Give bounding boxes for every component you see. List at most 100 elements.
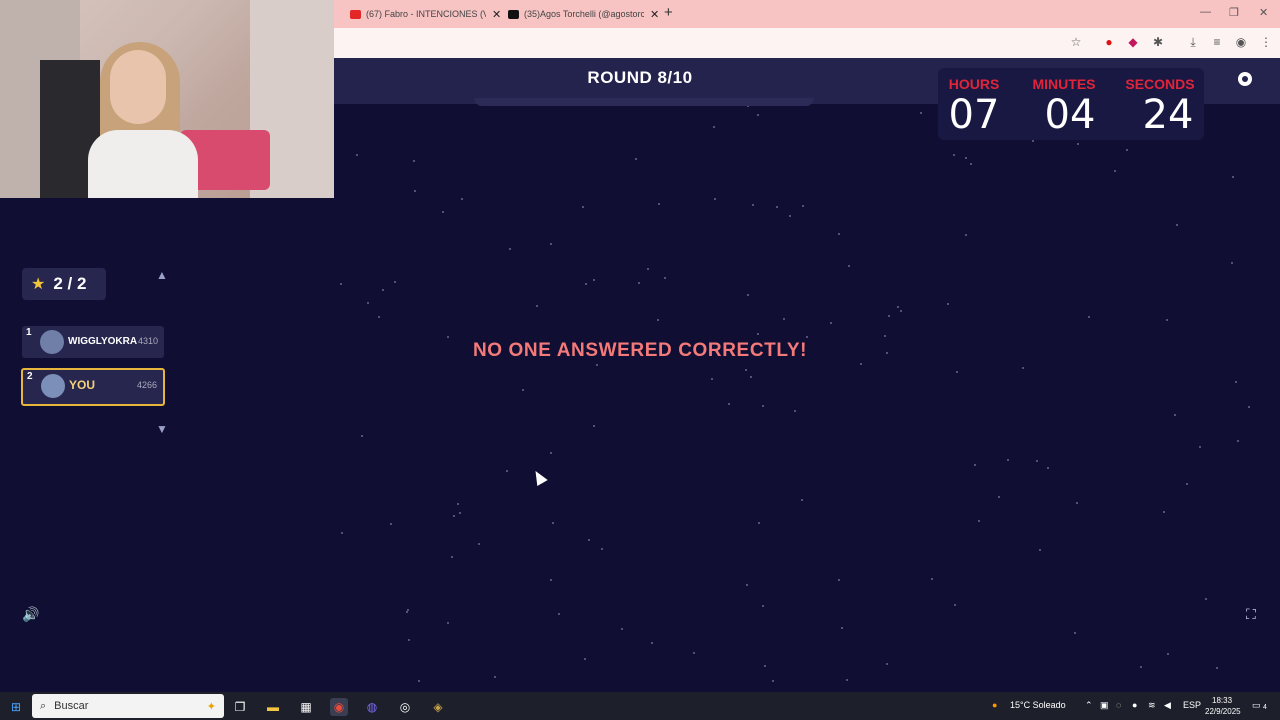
star-dot	[713, 126, 715, 128]
search-icon: ⌕	[40, 699, 47, 712]
leaderboard-row-you: 2 YOU 4266	[21, 368, 165, 406]
star-dot	[801, 499, 803, 501]
star-dot	[900, 310, 902, 312]
star-dot	[453, 515, 455, 517]
star-dot	[394, 281, 396, 283]
notifications-icon[interactable]: ▭	[1252, 700, 1261, 711]
star-dot	[886, 663, 888, 665]
volume-icon[interactable]: 🔊	[22, 606, 39, 623]
star-dot	[776, 206, 778, 208]
star-dot	[728, 403, 730, 405]
browser-tab-tiktok[interactable]: (35)Agos Torchelli (@agostorch ✕	[508, 4, 659, 24]
star-dot	[747, 294, 749, 296]
file-explorer-icon[interactable]: ▬	[264, 698, 282, 716]
bookmark-star-icon[interactable]: ☆	[1068, 34, 1084, 50]
star-dot	[408, 639, 410, 641]
star-dot	[802, 205, 804, 207]
star-dot	[714, 198, 716, 200]
close-game-button[interactable]	[1238, 72, 1252, 86]
star-dot	[1032, 140, 1034, 142]
extension-red-icon[interactable]: ●	[1101, 34, 1117, 50]
browser-menu-icon[interactable]: ⋮	[1258, 34, 1274, 50]
microphone-icon[interactable]: ●	[1132, 700, 1137, 710]
tiktok-icon	[508, 9, 519, 19]
star-dot	[390, 523, 392, 525]
weather-text[interactable]: 15°C Soleado	[1010, 700, 1066, 710]
extension-shield-icon[interactable]: ◆	[1125, 34, 1141, 50]
webcam-person-face	[110, 50, 166, 124]
star-dot	[1176, 224, 1178, 226]
tray-chevron-icon[interactable]: ⌃	[1085, 700, 1093, 711]
star-dot	[651, 642, 653, 644]
scroll-up-icon[interactable]: ▲	[156, 268, 168, 282]
close-tab-icon[interactable]: ✕	[650, 8, 659, 21]
close-window-icon[interactable]: ✕	[1259, 6, 1268, 19]
star-dot	[361, 435, 363, 437]
tray-app-icon[interactable]: ▣	[1100, 700, 1109, 711]
star-dot	[356, 154, 358, 156]
star-dot	[341, 532, 343, 534]
new-tab-button[interactable]: +	[664, 4, 673, 21]
star-dot	[658, 203, 660, 205]
fullscreen-icon[interactable]: ⛶	[1246, 606, 1256, 623]
star-dot	[1022, 367, 1024, 369]
star-dot	[762, 405, 764, 407]
task-view-icon[interactable]: ❐	[231, 698, 249, 716]
star-dot	[447, 622, 449, 624]
star-dot	[1047, 467, 1049, 469]
tray-network-icon[interactable]: ◌	[1116, 700, 1121, 710]
star-dot	[954, 604, 956, 606]
hours-value: 07	[948, 92, 1000, 138]
star-dot	[956, 371, 958, 373]
stars-count: 2 / 2	[53, 274, 87, 293]
star-dot	[414, 190, 416, 192]
star-dot	[1088, 316, 1090, 318]
star-dot	[1167, 653, 1169, 655]
game-area	[334, 58, 1280, 692]
speaker-icon[interactable]: ◀	[1164, 700, 1171, 711]
star-dot	[1007, 459, 1009, 461]
minimize-icon[interactable]: —	[1200, 6, 1211, 18]
star-dot	[764, 665, 766, 667]
star-dot	[953, 154, 955, 156]
browser-tab-youtube[interactable]: (67) Fabro - INTENCIONES (Vid ✕	[350, 4, 501, 24]
chrome-icon[interactable]: ◉	[330, 698, 348, 716]
star-dot	[550, 452, 552, 454]
discord-icon[interactable]: ◍	[363, 698, 381, 716]
star-dot	[1199, 446, 1201, 448]
game-app-icon[interactable]: ◈	[429, 698, 447, 716]
copilot-sparkle-icon: ✦	[206, 700, 216, 713]
clock-time[interactable]: 18:33	[1212, 696, 1232, 705]
avatar	[41, 374, 65, 398]
star-dot	[340, 283, 342, 285]
star-dot	[762, 605, 764, 607]
taskbar-search[interactable]: ⌕ Buscar ✦	[32, 694, 224, 718]
close-tab-icon[interactable]: ✕	[492, 8, 501, 21]
maximize-icon[interactable]: ❐	[1229, 6, 1239, 19]
scroll-down-icon[interactable]: ▼	[156, 422, 168, 436]
star-dot	[584, 658, 586, 660]
star-dot	[841, 627, 843, 629]
extensions-puzzle-icon[interactable]: ✱	[1150, 34, 1166, 50]
weather-sun-icon: ●	[992, 700, 998, 710]
download-icon[interactable]: ⤓	[1185, 34, 1201, 50]
star-dot	[418, 680, 420, 682]
star-dot	[758, 522, 760, 524]
language-indicator[interactable]: ESP	[1183, 700, 1201, 710]
star-dot	[378, 316, 380, 318]
star-dot	[406, 611, 408, 613]
star-dot	[757, 333, 759, 335]
wifi-icon[interactable]: ≋	[1148, 700, 1156, 711]
profile-avatar-icon[interactable]: ◉	[1233, 34, 1249, 50]
star-dot	[459, 512, 461, 514]
star-dot	[1205, 598, 1207, 600]
star-dot	[1174, 414, 1176, 416]
store-icon[interactable]: ▦	[297, 698, 315, 716]
seconds-value: 24	[1142, 92, 1194, 138]
obs-icon[interactable]: ◎	[396, 698, 414, 716]
windows-start-icon[interactable]: ⊞	[7, 698, 25, 716]
clock-date[interactable]: 22/9/2025	[1205, 707, 1241, 716]
star-dot	[1231, 262, 1233, 264]
media-control-icon[interactable]: ≡	[1209, 34, 1225, 50]
star-dot	[789, 215, 791, 217]
